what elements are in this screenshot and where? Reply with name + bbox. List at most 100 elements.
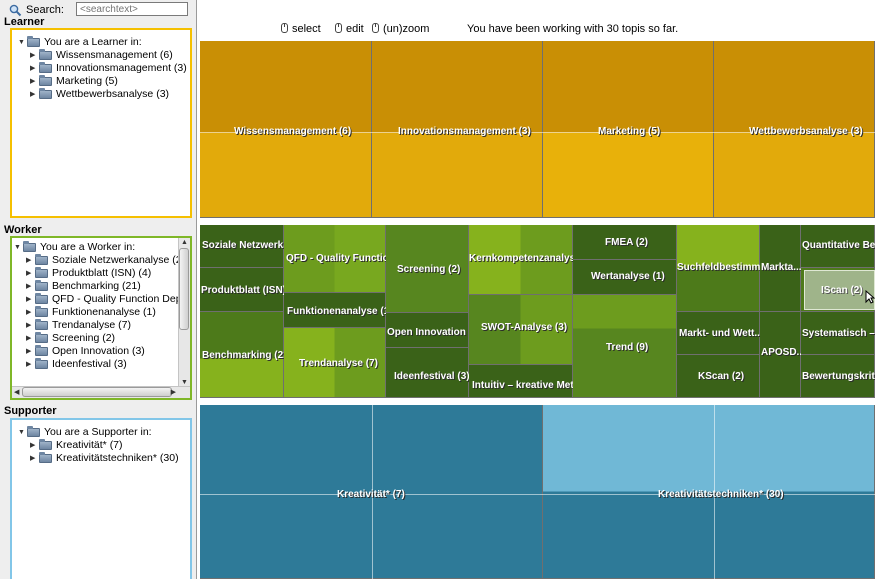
treemap-tile[interactable]: Intuitiv – kreative Met...	[469, 365, 582, 398]
treemap-tile[interactable]: Bewertungskriteri	[801, 355, 875, 398]
treemap-tile[interactable]: IScan (2)	[801, 268, 875, 312]
status-text: You have been working with 30 topis so f…	[467, 23, 679, 35]
select-mode[interactable]: select	[281, 23, 321, 35]
folder-icon	[23, 241, 36, 252]
collapsed-arrow-icon[interactable]: ▶	[26, 319, 35, 332]
folder-icon	[35, 293, 48, 304]
collapsed-arrow-icon[interactable]: ▶	[30, 75, 39, 88]
collapsed-arrow-icon[interactable]: ▶	[26, 358, 35, 371]
collapsed-arrow-icon[interactable]: ▶	[26, 306, 35, 319]
collapsed-arrow-icon[interactable]: ▶	[30, 88, 39, 101]
collapsed-arrow-icon[interactable]: ▶	[30, 439, 39, 452]
scroll-up-arrow-icon[interactable]: ▲	[181, 239, 188, 246]
mouse-icon	[335, 23, 342, 33]
treemap-tile[interactable]: Trendanalyse (7)	[284, 328, 386, 398]
tile-label: Wettbewerbsanalyse (3)	[749, 126, 863, 137]
treemap-tile[interactable]: Markt- und Wett...	[677, 312, 763, 355]
collapsed-arrow-icon[interactable]: ▶	[30, 452, 39, 465]
treemap-tile[interactable]: Screening (2)	[386, 225, 469, 313]
expanded-arrow-icon[interactable]: ▼	[18, 426, 27, 439]
scroll-thumb[interactable]	[179, 248, 189, 330]
supporter-root-node[interactable]: ▼ You are a Supporter in:	[18, 426, 179, 439]
tree-item[interactable]: ▶ Kreativitätstechniken* (30)	[18, 452, 179, 465]
tree-item[interactable]: ▶ Wettbewerbsanalyse (3)	[18, 88, 187, 101]
scroll-left-arrow-icon[interactable]: ◀	[14, 388, 19, 396]
treemap-tile[interactable]: Soziale Netzwerk...	[200, 225, 291, 268]
treemap-tile[interactable]: Quantitative Bewe	[801, 225, 875, 268]
search-input[interactable]	[76, 2, 188, 16]
treemap-tile[interactable]: APOSD...	[760, 312, 805, 398]
tree-item[interactable]: ▶ Kreativität* (7)	[18, 439, 179, 452]
folder-icon	[35, 345, 48, 356]
tree-item[interactable]: ▶ Funktionenanalyse (1)	[14, 306, 190, 319]
folder-icon	[35, 332, 48, 343]
collapsed-arrow-icon[interactable]: ▶	[26, 280, 35, 293]
collapsed-arrow-icon[interactable]: ▶	[26, 254, 35, 267]
supporter-title: Supporter	[4, 405, 57, 417]
treemap-tile[interactable]: KScan (2)	[677, 355, 760, 398]
folder-icon	[35, 254, 48, 265]
expanded-arrow-icon[interactable]: ▼	[14, 241, 23, 254]
treemap-tile[interactable]: Produktblatt (ISN)...	[200, 268, 294, 312]
collapsed-arrow-icon[interactable]: ▶	[30, 49, 39, 62]
edit-mode[interactable]: edit	[335, 23, 364, 35]
treemap-tile[interactable]: Wertanalyse (1)	[573, 260, 677, 295]
search-label: Search:	[26, 4, 64, 16]
learner-treemap: Wissensmanagement (6) Innovationsmanagem…	[200, 41, 875, 218]
treemap-tile[interactable]: Open Innovation ...	[386, 313, 477, 348]
tree-item[interactable]: ▶ Benchmarking (21)	[14, 280, 190, 293]
expanded-arrow-icon[interactable]: ▼	[18, 36, 27, 49]
tree-item[interactable]: ▶ Soziale Netzwerkanalyse (2)	[14, 254, 190, 267]
tree-item[interactable]: ▶ Screening (2)	[14, 332, 190, 345]
treemap-tile[interactable]: Trend (9)	[573, 295, 677, 398]
tile-label: Wissensmanagement (6)	[234, 126, 352, 137]
collapsed-arrow-icon[interactable]: ▶	[26, 345, 35, 358]
scroll-thumb[interactable]	[22, 387, 172, 397]
treemap-tile[interactable]: QFD - Quality Functio...	[284, 225, 397, 293]
learner-title: Learner	[4, 16, 45, 28]
collapsed-arrow-icon[interactable]: ▶	[26, 332, 35, 345]
treemap-tile[interactable]: Suchfeldbestimm...	[677, 225, 769, 312]
learner-tree-panel: ▼ You are a Learner in: ▶ Wissensmanagemen…	[10, 28, 192, 218]
folder-icon	[39, 49, 52, 60]
tile-label: Innovationsmanagement (3)	[398, 126, 531, 137]
folder-icon	[39, 88, 52, 99]
tree-item[interactable]: ▶ Wissensmanagement (6)	[18, 49, 187, 62]
worker-treemap: Soziale Netzwerk... Produktblatt (ISN)..…	[200, 225, 875, 398]
folder-icon	[35, 319, 48, 330]
cursor-arrow-icon	[865, 290, 875, 304]
treemap-tile[interactable]: Benchmarking (21)	[200, 312, 292, 398]
tree-item[interactable]: ▶ Innovationsmanagement (3)	[18, 62, 187, 75]
treemap-tile[interactable]: Markta...	[760, 225, 802, 312]
collapsed-arrow-icon[interactable]: ▶	[26, 293, 35, 306]
worker-vertical-scrollbar[interactable]: ▲ ▼	[178, 238, 190, 387]
worker-horizontal-scrollbar[interactable]: ◀ ▶	[12, 386, 190, 398]
treemap-tile[interactable]: SWOT-Analyse (3)	[469, 295, 573, 365]
treemap-tile[interactable]: Funktionenanalyse (1)	[284, 293, 393, 328]
worker-tree-panel: ▼ You are a Worker in: ▶ Soziale Netzwerka…	[10, 236, 192, 400]
treemap-tile[interactable]: Systematisch – a...	[801, 312, 875, 355]
tree-item[interactable]: ▶ Trendanalyse (7)	[14, 319, 190, 332]
tree-item[interactable]: ▶ Open Innovation (3)	[14, 345, 190, 358]
tree-item[interactable]: ▶ Ideenfestival (3)	[14, 358, 190, 371]
folder-icon	[39, 452, 52, 463]
folder-icon	[35, 280, 48, 291]
folder-icon	[39, 62, 52, 73]
worker-root-node[interactable]: ▼ You are a Worker in:	[14, 241, 190, 254]
collapsed-arrow-icon[interactable]: ▶	[26, 267, 35, 280]
worker-title: Worker	[4, 224, 42, 236]
tree-item[interactable]: ▶ Marketing (5)	[18, 75, 187, 88]
treemap-tile[interactable]: Ideenfestival (3)	[386, 348, 470, 398]
learner-root-node[interactable]: ▼ You are a Learner in:	[18, 36, 187, 49]
zoom-mode[interactable]: (un)zoom	[372, 23, 429, 35]
folder-icon	[35, 267, 48, 278]
scroll-right-arrow-icon[interactable]: ▶	[171, 388, 176, 396]
collapsed-arrow-icon[interactable]: ▶	[30, 62, 39, 75]
treemap-tile[interactable]: FMEA (2)	[573, 225, 677, 260]
scroll-down-arrow-icon[interactable]: ▼	[181, 379, 188, 386]
treemap-tile[interactable]: Kernkompetenzanalyse...	[469, 225, 589, 295]
tree-item[interactable]: ▶ Produktblatt (ISN) (4)	[14, 267, 190, 280]
folder-icon	[27, 36, 40, 47]
tree-item[interactable]: ▶ QFD - Quality Function Deploy	[14, 293, 190, 306]
mouse-icon	[281, 23, 288, 33]
